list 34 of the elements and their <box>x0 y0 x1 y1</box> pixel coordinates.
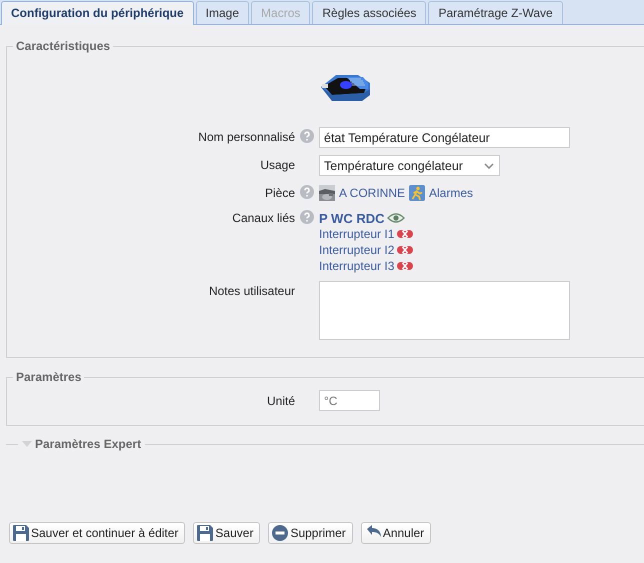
running-person-icon <box>409 185 426 201</box>
channel-link[interactable]: Interrupteur I2 <box>319 243 394 257</box>
save-continue-button[interactable]: Sauver et continuer à éditer <box>9 522 186 544</box>
room-link[interactable]: Alarmes <box>429 186 474 200</box>
delete-button[interactable]: Supprimer <box>268 522 353 544</box>
field-label: Pièce <box>264 185 295 200</box>
field-label: Notes utilisateur <box>208 283 295 298</box>
unlink-icon[interactable] <box>397 228 414 240</box>
field-label: Unité <box>266 393 295 408</box>
channel-link[interactable]: Interrupteur I1 <box>319 227 394 241</box>
section-title: Caractéristiques <box>15 39 112 53</box>
field-label: Usage <box>259 157 295 172</box>
tab[interactable]: Règles associées <box>312 1 426 24</box>
unlink-icon[interactable] <box>397 244 414 256</box>
section-title: Paramètres <box>15 370 82 384</box>
channel-link[interactable]: Interrupteur I3 <box>319 259 394 273</box>
tab[interactable]: Image <box>196 1 250 24</box>
field-label: Canaux liés <box>231 210 295 225</box>
eye-icon[interactable] <box>387 212 406 224</box>
channel-link[interactable]: P WC RDC <box>319 210 384 226</box>
unlink-icon[interactable] <box>397 260 414 272</box>
usage-dropdown[interactable]: Température congélateur <box>319 155 500 176</box>
cancel-button[interactable]: Annuler <box>360 522 432 544</box>
tab[interactable]: Configuration du périphérique <box>1 1 194 25</box>
unit-field[interactable]: °C <box>319 390 380 411</box>
caret-icon <box>484 162 494 168</box>
notes-field[interactable] <box>319 281 570 340</box>
room-link[interactable]: A CORINNE <box>339 186 406 200</box>
field-label: Nom personnalisé <box>197 129 295 144</box>
section-title[interactable]: Paramètres Expert <box>32 437 146 451</box>
minus-circle-icon <box>272 525 288 541</box>
save-button[interactable]: Sauver <box>193 522 260 544</box>
name-field[interactable]: état Température Congélateur <box>319 127 570 148</box>
tab[interactable]: Paramétrage Z-Wave <box>428 1 563 24</box>
